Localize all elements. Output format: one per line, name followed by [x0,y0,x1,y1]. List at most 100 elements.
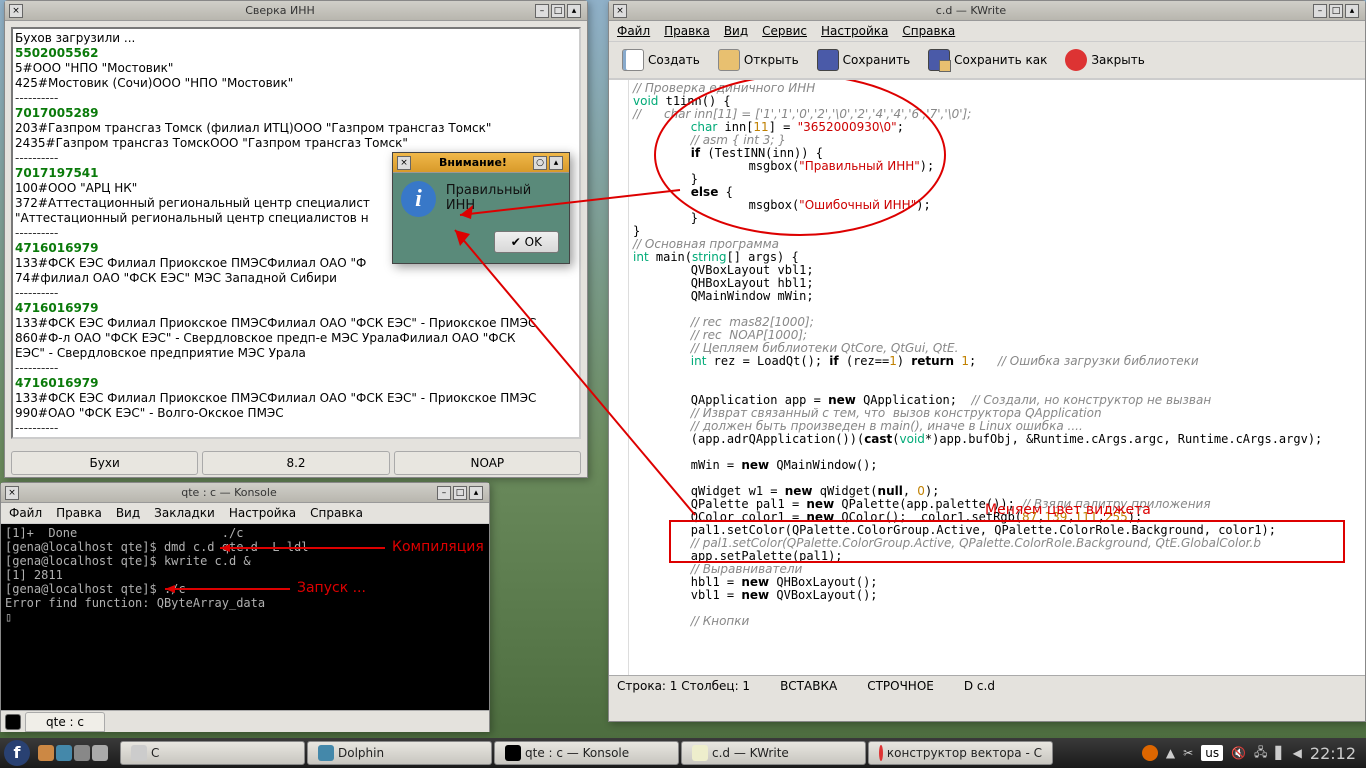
noap-button[interactable]: NOAP [394,451,581,475]
task-browser[interactable]: конструктор вектора - C [868,741,1053,765]
menu-bookmarks[interactable]: Закладки [154,506,215,520]
save-button[interactable]: Сохранить [812,46,916,74]
menu-view[interactable]: Вид [724,24,748,38]
clock[interactable]: 22:12 [1310,744,1356,763]
ok-button[interactable]: ✔ OK [494,231,559,253]
menu-view[interactable]: Вид [116,506,140,520]
insert-mode: ВСТАВКА [780,679,837,693]
battery-icon[interactable]: ▋ [1275,746,1284,760]
kwrite-window: × c.d — KWrite – □ ▴ Файл Правка Вид Сер… [608,0,1366,722]
close-icon[interactable]: × [613,4,627,18]
kwrite-toolbar: Создать Открыть Сохранить Сохранить как … [609,42,1365,79]
task-dolphin[interactable]: Dolphin [307,741,492,765]
task-konsole[interactable]: qte : c — Konsole [494,741,679,765]
tray-icon[interactable] [1142,745,1158,761]
kwrite-titlebar[interactable]: × c.d — KWrite – □ ▴ [609,1,1365,21]
close-button[interactable]: Закрыть [1060,46,1149,74]
konsole-titlebar[interactable]: × qte : c — Konsole – □ ▴ [1,483,489,503]
close-doc-icon [1065,49,1087,71]
saveas-button[interactable]: Сохранить как [923,46,1052,74]
list-row: 4716016979 [15,376,577,391]
minimize-icon[interactable]: – [535,4,549,18]
close-icon[interactable]: × [397,156,411,170]
shade-icon[interactable]: ▴ [567,4,581,18]
kwrite-statusbar: Строка: 1 Столбец: 1 ВСТАВКА СТРОЧНОЕ D … [609,675,1365,696]
file-type: D c.d [964,679,995,693]
menu-file[interactable]: Файл [617,24,650,38]
list-row: 7017005289 [15,106,577,121]
menu-tools[interactable]: Сервис [762,24,807,38]
network-icon[interactable]: 🖧 [1254,743,1267,764]
launcher-icon[interactable] [56,745,72,761]
close-icon[interactable]: × [5,486,19,500]
info-icon: i [401,181,436,217]
task-kwrite[interactable]: c.d — KWrite [681,741,866,765]
menu-file[interactable]: Файл [9,506,42,520]
konsole-tabs: qte : c [1,710,489,732]
system-tray: ▲ ✂ us 🔇 🖧 ▋ ◀ 22:12 [1142,743,1362,764]
list-row: ---------- [15,286,577,301]
list-row: 425#Мостовик (Сочи)ООО "НПО "Мостовик" [15,76,577,91]
menu-edit[interactable]: Правка [664,24,710,38]
menu-help[interactable]: Справка [310,506,363,520]
inn-buttons: Бухи 8.2 NOAP [5,445,587,481]
inn-titlebar[interactable]: × Сверка ИНН – □ ▴ [5,1,587,21]
dialog-titlebar[interactable]: × Внимание! ○ ▴ [393,153,569,173]
minimize-icon[interactable]: – [437,486,451,500]
v82-button[interactable]: 8.2 [202,451,389,475]
list-row: 4716016979 [15,301,577,316]
list-row: 133#ФСК ЕЭС Филиал Приокское ПМЭСФилиал … [15,391,577,406]
list-row: 203#Газпром трансгаз Томск (филиал ИТЦ)О… [15,121,577,136]
maximize-icon[interactable]: □ [551,4,565,18]
konsole-tab[interactable]: qte : c [25,712,105,732]
close-icon[interactable]: × [9,4,23,18]
start-button[interactable]: f [4,740,30,766]
minimize-icon[interactable]: – [1313,4,1327,18]
volume-icon[interactable]: 🔇 [1231,746,1246,760]
terminal[interactable]: [1]+ Done ./c [gena@localhost qte]$ dmd … [1,524,489,710]
info-dialog: × Внимание! ○ ▴ i Правильный ИНН ✔ OK [392,152,570,264]
launcher-icon[interactable] [38,745,54,761]
list-row: 133#ФСК ЕЭС Филиал Приокское ПМЭСФилиал … [15,316,577,331]
tray-icon[interactable]: ▲ [1166,746,1175,760]
code-editor[interactable]: // Проверка единичного ИНН void t1inn() … [609,79,1365,675]
list-row: Бухов загрузили ... [15,31,577,46]
list-row: 4716016979 [15,436,577,439]
list-row: ---------- [15,421,577,436]
shade-icon[interactable]: ▴ [549,156,563,170]
terminal-icon [5,714,21,730]
menu-edit[interactable]: Правка [56,506,102,520]
keyboard-layout[interactable]: us [1201,745,1223,761]
list-row: 2435#Газпром трансгаз ТомскООО "Газпром … [15,136,577,151]
chevron-icon[interactable]: ◀ [1293,746,1302,760]
kwrite-icon [692,745,708,761]
shade-icon[interactable]: ▴ [469,486,483,500]
kwrite-title: c.d — KWrite [629,4,1313,17]
launcher-icon[interactable] [74,745,90,761]
menu-settings[interactable]: Настройка [229,506,296,520]
buhi-button[interactable]: Бухи [11,451,198,475]
open-button[interactable]: Открыть [713,46,804,74]
shade-icon[interactable]: ▴ [1345,4,1359,18]
minimize-icon[interactable]: ○ [533,156,547,170]
open-icon [718,49,740,71]
list-row: 74#филиал ОАО "ФСК ЕЭС" МЭС Западной Сиб… [15,271,577,286]
konsole-window: × qte : c — Konsole – □ ▴ Файл Правка Ви… [0,482,490,732]
maximize-icon[interactable]: □ [1329,4,1343,18]
dialog-message: Правильный ИНН [446,181,561,213]
list-row: ЕЭС" - Свердловское предприятие МЭС Урал… [15,346,577,361]
dialog-title: Внимание! [413,156,533,169]
launcher-icon[interactable] [92,745,108,761]
list-row: 5502005562 [15,46,577,61]
konsole-menubar: Файл Правка Вид Закладки Настройка Справ… [1,503,489,524]
cursor-position: Строка: 1 Столбец: 1 [617,679,750,693]
menu-settings[interactable]: Настройка [821,24,888,38]
new-icon [622,49,644,71]
maximize-icon[interactable]: □ [453,486,467,500]
task-c[interactable]: C [120,741,305,765]
clipboard-icon[interactable]: ✂ [1183,746,1193,760]
menu-help[interactable]: Справка [902,24,955,38]
new-button[interactable]: Создать [617,46,705,74]
opera-icon [879,745,883,761]
list-row: 990#ОАО "ФСК ЕЭС" - Волго-Окское ПМЭС [15,406,577,421]
